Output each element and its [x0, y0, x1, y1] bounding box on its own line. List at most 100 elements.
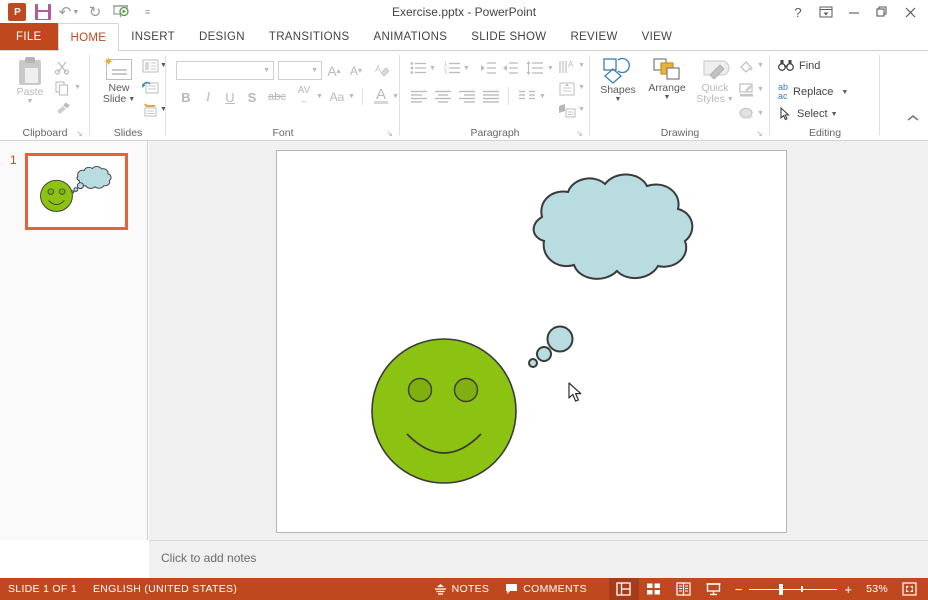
smartart-dropdown-icon[interactable]: ▼ [578, 106, 585, 113]
copy-button[interactable] [52, 79, 72, 97]
shape-effects-dropdown-icon[interactable]: ▼ [757, 110, 764, 117]
shape-outline-button[interactable] [736, 81, 756, 99]
paragraph-dialog-launcher[interactable]: ↘ [575, 129, 584, 138]
select-dropdown-icon[interactable]: ▼ [831, 111, 838, 118]
undo-dropdown-icon[interactable]: ▼ [72, 9, 79, 16]
notes-pane[interactable]: Click to add notes [149, 540, 928, 578]
tab-slide-show[interactable]: SLIDE SHOW [459, 23, 558, 50]
numbering-button[interactable]: 1 2 3 [442, 59, 462, 77]
font-dialog-launcher[interactable]: ↘ [385, 129, 394, 138]
tab-view[interactable]: VIEW [630, 23, 685, 50]
strikethrough-button[interactable]: abc [264, 87, 290, 107]
text-shadow-button[interactable]: S [242, 87, 262, 107]
drawing-dialog-launcher[interactable]: ↘ [755, 129, 764, 138]
fit-to-window-button[interactable] [894, 578, 924, 600]
slide-show-button[interactable] [699, 578, 729, 600]
clear-formatting-button[interactable]: A [372, 61, 392, 80]
line-spacing-dropdown-icon[interactable]: ▼ [547, 65, 554, 72]
collapse-ribbon-button[interactable] [906, 114, 920, 126]
change-case-dropdown-icon[interactable]: ▼ [348, 93, 355, 100]
normal-view-button[interactable] [608, 578, 639, 600]
align-text-dropdown-icon[interactable]: ▼ [578, 84, 585, 91]
columns-dropdown-icon[interactable]: ▼ [539, 93, 546, 100]
align-right-button[interactable] [456, 87, 478, 105]
new-slide-button[interactable]: ✦ New Slide ▼ [94, 55, 144, 105]
underline-button[interactable]: U [220, 87, 240, 107]
clipboard-dialog-launcher[interactable]: ↘ [75, 129, 84, 138]
replace-dropdown-icon[interactable]: ▼ [841, 89, 848, 96]
tab-home[interactable]: HOME [57, 23, 120, 51]
ribbon-display-options-button[interactable] [812, 1, 840, 23]
increase-font-size-button[interactable]: A ▴ [324, 61, 344, 80]
decrease-indent-button[interactable] [478, 59, 498, 77]
shape-fill-dropdown-icon[interactable]: ▼ [757, 62, 764, 69]
zoom-track[interactable] [749, 584, 838, 595]
zoom-level-label[interactable]: 53% [858, 578, 894, 600]
shape-fill-button[interactable] [736, 57, 756, 75]
change-case-button[interactable]: Aa [326, 87, 348, 107]
comments-button[interactable]: COMMENTS [497, 578, 595, 600]
line-spacing-button[interactable] [524, 59, 546, 77]
slide-thumbnail-1[interactable] [25, 153, 128, 230]
zoom-in-button[interactable]: + [844, 582, 852, 597]
shape-effects-button[interactable] [736, 105, 756, 123]
align-left-button[interactable] [408, 87, 430, 105]
shapes-dropdown-icon[interactable]: ▼ [615, 96, 622, 103]
quick-styles-button[interactable]: Quick Styles ▼ [692, 57, 738, 105]
restore-button[interactable] [868, 1, 896, 23]
font-name-input[interactable]: ▼ [176, 61, 274, 80]
paste-button[interactable]: Paste ▼ [8, 57, 52, 105]
new-slide-dropdown-icon[interactable]: ▼ [128, 96, 135, 103]
bullets-button[interactable] [408, 59, 428, 77]
slide-sorter-button[interactable] [639, 578, 669, 600]
convert-to-smartart-button[interactable] [556, 101, 578, 120]
shapes-button[interactable]: Shapes ▼ [594, 57, 642, 103]
zoom-handle[interactable] [779, 584, 784, 595]
find-button[interactable]: Find [778, 59, 820, 73]
decrease-font-size-button[interactable]: A ▾ [346, 61, 366, 80]
redo-button[interactable]: ↻ [82, 1, 108, 23]
tab-animations[interactable]: ANIMATIONS [362, 23, 460, 50]
slide-count-label[interactable]: SLIDE 1 OF 1 [0, 578, 85, 600]
quick-styles-dropdown-icon[interactable]: ▼ [727, 96, 734, 103]
notes-button[interactable]: NOTES [426, 578, 498, 600]
align-text-button[interactable] [556, 79, 578, 98]
slide-thumbnail-pane[interactable]: 1 [0, 141, 148, 540]
paste-dropdown-icon[interactable]: ▼ [27, 98, 34, 105]
tab-design[interactable]: DESIGN [187, 23, 257, 50]
zoom-out-button[interactable]: − [735, 582, 743, 597]
format-painter-button[interactable] [52, 99, 74, 117]
language-label[interactable]: ENGLISH (UNITED STATES) [85, 578, 245, 600]
start-presentation-button[interactable] [108, 1, 134, 23]
font-color-button[interactable]: A [370, 85, 392, 107]
reading-view-button[interactable] [669, 578, 699, 600]
justify-button[interactable] [480, 87, 502, 105]
zoom-slider[interactable]: − + [729, 578, 858, 600]
slide-layout-button[interactable] [140, 57, 160, 74]
slide-canvas[interactable] [276, 150, 787, 533]
close-button[interactable] [896, 1, 924, 23]
cut-button[interactable] [52, 58, 72, 76]
bullets-dropdown-icon[interactable]: ▼ [429, 65, 436, 72]
text-direction-button[interactable]: A [556, 57, 578, 76]
minimize-button[interactable] [840, 1, 868, 23]
character-spacing-dropdown-icon[interactable]: ▼ [316, 93, 323, 100]
customize-qat-button[interactable]: ≡ [134, 1, 160, 23]
reset-slide-button[interactable] [140, 79, 160, 96]
arrange-dropdown-icon[interactable]: ▼ [664, 94, 671, 101]
copy-dropdown-icon[interactable]: ▼ [74, 84, 81, 91]
columns-button[interactable] [516, 87, 538, 105]
arrange-button[interactable]: Arrange ▼ [642, 57, 692, 101]
replace-button[interactable]: ab ac Replace ▼ [778, 83, 848, 101]
align-center-button[interactable] [432, 87, 454, 105]
undo-button[interactable]: ↶ ▼ [56, 1, 82, 23]
select-button[interactable]: Select ▼ [778, 107, 838, 121]
italic-button[interactable]: I [198, 87, 218, 107]
text-direction-dropdown-icon[interactable]: ▼ [578, 62, 585, 69]
character-spacing-button[interactable]: AV ↔ [292, 85, 316, 105]
numbering-dropdown-icon[interactable]: ▼ [463, 65, 470, 72]
section-button[interactable]: ✦ [140, 101, 160, 118]
shape-outline-dropdown-icon[interactable]: ▼ [757, 86, 764, 93]
tab-insert[interactable]: INSERT [119, 23, 187, 50]
font-size-input[interactable]: ▼ [278, 61, 322, 80]
